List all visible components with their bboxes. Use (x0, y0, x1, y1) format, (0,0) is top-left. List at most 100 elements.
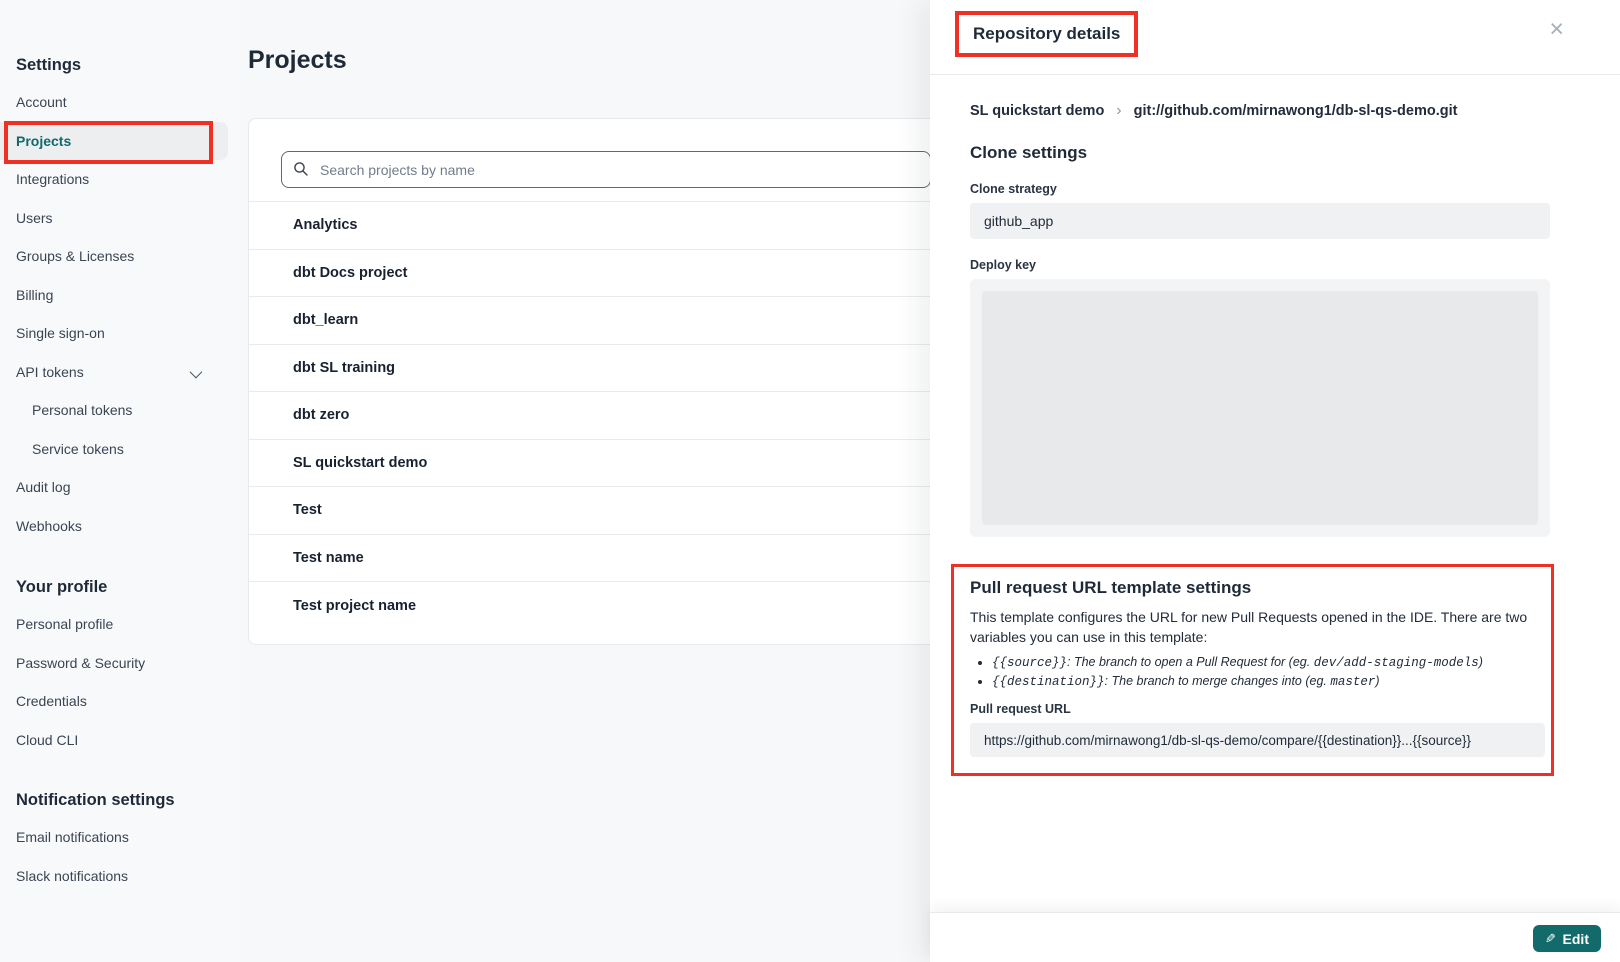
project-list: Analytics dbt Docs project dbt_learn dbt… (249, 201, 953, 630)
project-name: dbt SL training (293, 360, 395, 376)
sidebar-item-label: Billing (16, 287, 53, 303)
sidebar-item-projects[interactable]: Projects (0, 122, 228, 161)
variable-description: : The branch to merge changes into (eg. (1105, 674, 1331, 688)
sidebar-item-users[interactable]: Users (0, 199, 240, 238)
sidebar-item-label: Single sign-on (16, 325, 105, 341)
clone-settings-heading: Clone settings (970, 143, 1550, 163)
pull-request-settings-heading: Pull request URL template settings (970, 578, 1545, 598)
sidebar-section-header-notifications: Notification settings (16, 792, 240, 809)
drawer-footer: ✎ Edit (930, 912, 1620, 962)
sidebar-item-password-security[interactable]: Password & Security (0, 644, 240, 683)
sidebar-item-label: Slack notifications (16, 868, 128, 884)
repository-details-panel: Repository details × SL quickstart demo … (930, 0, 1620, 962)
breadcrumb-project[interactable]: SL quickstart demo (970, 103, 1104, 119)
annotation-box-repository-details: Repository details (955, 11, 1138, 57)
sidebar-item-api-tokens[interactable]: API tokens (0, 353, 240, 392)
drawer-title: Repository details (973, 24, 1120, 44)
project-name: dbt_learn (293, 312, 358, 328)
project-search (281, 151, 931, 188)
sidebar-item-label: Account (16, 94, 67, 110)
clone-strategy-field[interactable]: github_app (970, 203, 1550, 239)
close-icon[interactable]: × (1549, 17, 1564, 42)
sidebar-item-personal-tokens[interactable]: Personal tokens (0, 391, 240, 430)
sidebar-item-single-sign-on[interactable]: Single sign-on (0, 314, 240, 353)
sidebar-item-audit-log[interactable]: Audit log (0, 468, 240, 507)
sidebar-item-billing[interactable]: Billing (0, 276, 240, 315)
project-row-dbt-learn[interactable]: dbt_learn (249, 297, 953, 345)
page-title: Projects (248, 46, 347, 75)
sidebar-item-label: Password & Security (16, 655, 145, 671)
sidebar-item-cloud-cli[interactable]: Cloud CLI (0, 721, 240, 760)
sidebar-settings-list: Account Projects Integrations Users Grou… (0, 83, 240, 545)
settings-sidebar: Settings Account Projects Integrations U… (0, 0, 240, 962)
pull-request-url-field[interactable]: https://github.com/mirnawong1/db-sl-qs-d… (970, 723, 1545, 757)
sidebar-item-service-tokens[interactable]: Service tokens (0, 430, 240, 469)
project-name: SL quickstart demo (293, 455, 427, 471)
deploy-key-redacted-content (982, 291, 1538, 525)
deploy-key-box (970, 279, 1550, 537)
template-variables-list: {{source}}: The branch to open a Pull Re… (970, 655, 1545, 690)
annotation-box-pull-request-settings: Pull request URL template settings This … (951, 564, 1554, 776)
chevron-down-icon (190, 365, 203, 378)
edit-button[interactable]: ✎ Edit (1533, 925, 1601, 952)
variable-code: {{source}} (992, 656, 1067, 670)
sidebar-item-label: Audit log (16, 479, 70, 495)
project-row-test-name[interactable]: Test name (249, 535, 953, 583)
project-name: Analytics (293, 217, 357, 233)
project-name: Test project name (293, 598, 416, 614)
sidebar-item-label: Webhooks (16, 518, 82, 534)
breadcrumb-separator-icon: › (1116, 102, 1121, 120)
sidebar-item-webhooks[interactable]: Webhooks (0, 507, 240, 546)
variable-example: dev/add-staging-models (1314, 656, 1479, 670)
project-row-test-project-name[interactable]: Test project name (249, 582, 953, 630)
drawer-header: Repository details × (930, 0, 1620, 75)
project-name: dbt zero (293, 407, 349, 423)
sidebar-item-slack-notifications[interactable]: Slack notifications (0, 857, 240, 896)
breadcrumb: SL quickstart demo › git://github.com/mi… (970, 102, 1550, 120)
breadcrumb-repo-url: git://github.com/mirnawong1/db-sl-qs-dem… (1134, 103, 1458, 119)
project-name: Test (293, 502, 322, 518)
edit-button-label: Edit (1563, 931, 1589, 947)
template-variable-item: {{destination}}: The branch to merge cha… (992, 674, 1545, 691)
sidebar-item-label: Personal tokens (32, 402, 132, 418)
variable-description-close: ) (1479, 655, 1483, 669)
sidebar-item-label: Projects (16, 133, 71, 149)
sidebar-item-label: Email notifications (16, 829, 129, 845)
sidebar-item-integrations[interactable]: Integrations (0, 160, 240, 199)
sidebar-section-header-profile: Your profile (16, 579, 240, 596)
sidebar-item-label: Service tokens (32, 441, 124, 457)
sidebar-item-label: Users (16, 210, 53, 226)
sidebar-item-label: Integrations (16, 171, 89, 187)
sidebar-item-personal-profile[interactable]: Personal profile (0, 605, 240, 644)
template-variable-item: {{source}}: The branch to open a Pull Re… (992, 655, 1545, 672)
pull-request-settings-description: This template configures the URL for new… (970, 607, 1545, 647)
sidebar-item-account[interactable]: Account (0, 83, 240, 122)
project-row-sl-quickstart-demo[interactable]: SL quickstart demo (249, 440, 953, 488)
variable-description: : The branch to open a Pull Request for … (1067, 655, 1314, 669)
project-row-dbt-zero[interactable]: dbt zero (249, 392, 953, 440)
sidebar-item-email-notifications[interactable]: Email notifications (0, 818, 240, 857)
sidebar-item-credentials[interactable]: Credentials (0, 682, 240, 721)
project-name: Test name (293, 550, 364, 566)
drawer-body: SL quickstart demo › git://github.com/mi… (930, 102, 1620, 776)
project-row-dbt-sl-training[interactable]: dbt SL training (249, 345, 953, 393)
deploy-key-label: Deploy key (970, 258, 1550, 272)
pull-request-url-label: Pull request URL (970, 702, 1545, 716)
sidebar-item-label: Cloud CLI (16, 732, 78, 748)
projects-card: Analytics dbt Docs project dbt_learn dbt… (248, 118, 954, 645)
project-name: dbt Docs project (293, 265, 407, 281)
project-row-test[interactable]: Test (249, 487, 953, 535)
sidebar-notification-list: Email notifications Slack notifications (0, 818, 240, 895)
variable-example: master (1330, 675, 1375, 689)
search-input[interactable] (281, 151, 931, 188)
sidebar-item-label: Personal profile (16, 616, 113, 632)
sidebar-item-groups-licenses[interactable]: Groups & Licenses (0, 237, 240, 276)
sidebar-item-label: Credentials (16, 693, 87, 709)
project-row-analytics[interactable]: Analytics (249, 202, 953, 250)
sidebar-item-label: Groups & Licenses (16, 248, 134, 264)
variable-description-close: ) (1375, 674, 1379, 688)
clone-strategy-label: Clone strategy (970, 182, 1550, 196)
pencil-icon: ✎ (1545, 931, 1556, 947)
sidebar-profile-list: Personal profile Password & Security Cre… (0, 605, 240, 759)
project-row-dbt-docs-project[interactable]: dbt Docs project (249, 250, 953, 298)
